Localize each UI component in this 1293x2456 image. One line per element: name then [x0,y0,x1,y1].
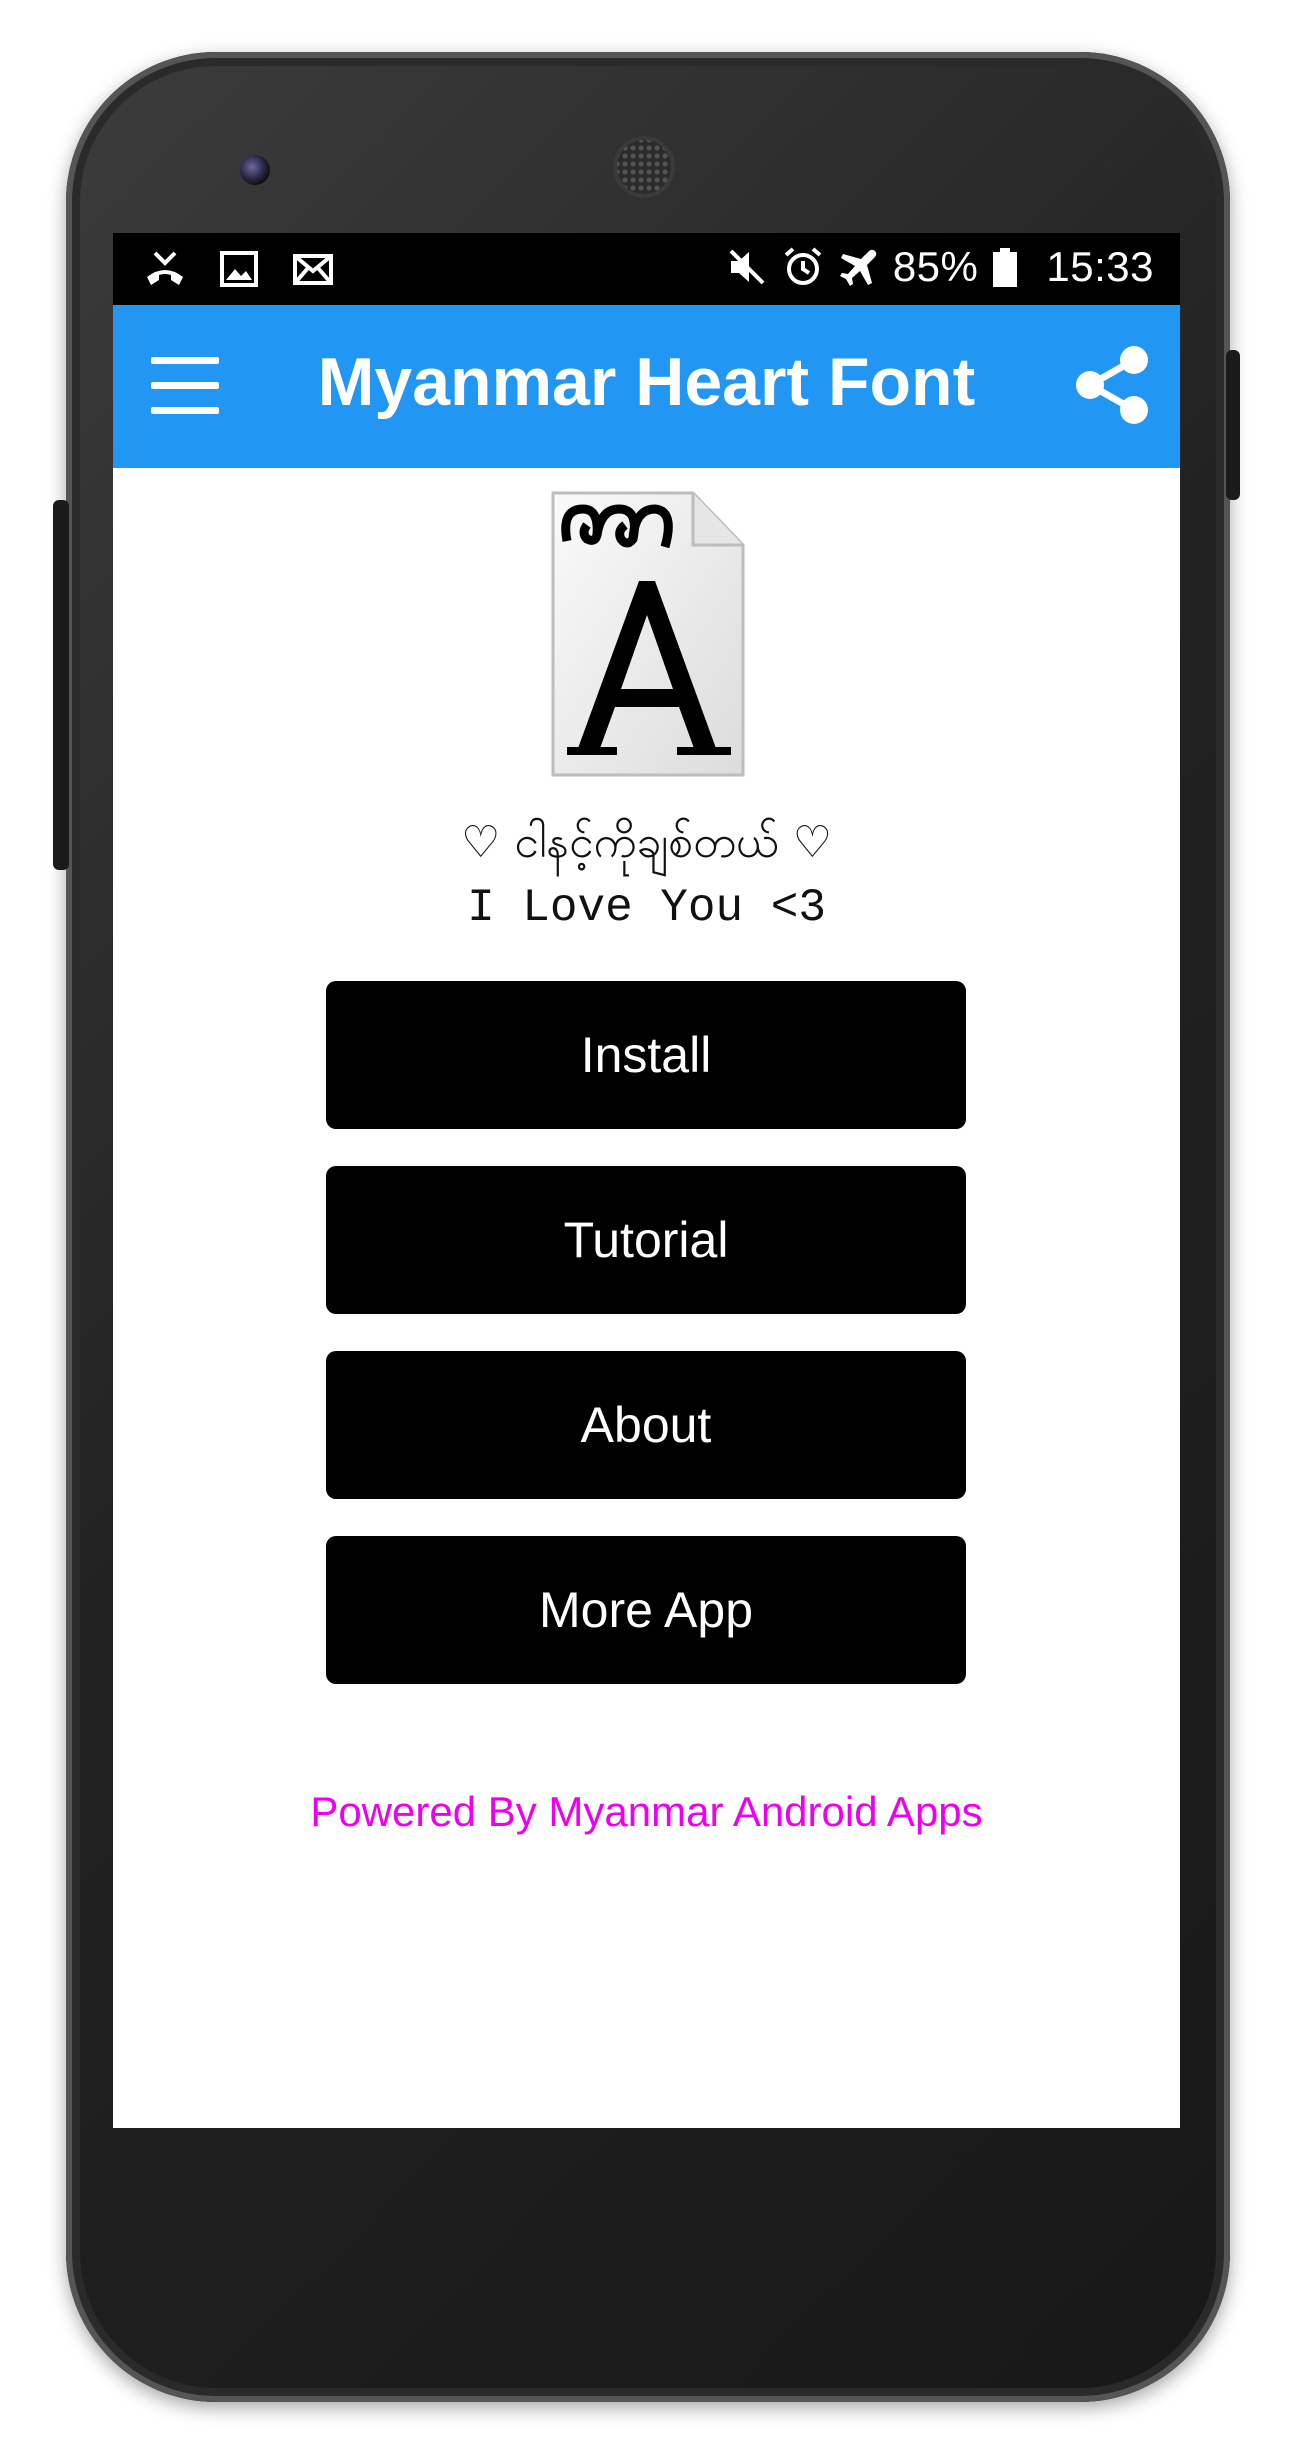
mute-icon [725,245,769,289]
font-file-logo [547,489,747,779]
more-app-button[interactable]: More App [326,1536,966,1684]
app-title: Myanmar Heart Font [317,344,976,420]
install-button[interactable]: Install [326,981,966,1129]
share-icon [1076,346,1148,424]
about-button[interactable]: About [326,1351,966,1499]
app-bar: Myanmar Heart Font [113,305,1180,468]
light-sensor [1105,160,1117,172]
tagline-english: I Love You <3 [467,882,826,934]
image-icon [217,247,261,291]
email-icon [291,247,335,291]
tagline-myanmar: ♡ ငါနင့်ကိုချစ်တယ် ♡ [460,817,833,868]
earpiece-speaker [613,136,675,198]
front-camera [240,155,270,185]
alarm-icon [781,245,825,289]
volume-button [53,500,69,870]
tutorial-button[interactable]: Tutorial [326,1166,966,1314]
battery-percent: 85% [892,243,979,290]
share-button[interactable] [1068,340,1158,430]
battery-icon [990,245,1020,289]
proximity-sensor [1075,158,1091,174]
screen: 85% 15:33 Myanmar Heart Font ♡ ငါနင့်ကို… [113,233,1180,2128]
airplane-icon [837,245,881,289]
clock: 15:33 [1046,243,1154,290]
powered-by-text: Powered By Myanmar Android Apps [310,1788,983,1835]
power-button [1226,350,1240,500]
status-bar: 85% 15:33 [113,233,1180,305]
missed-call-icon [143,247,187,291]
